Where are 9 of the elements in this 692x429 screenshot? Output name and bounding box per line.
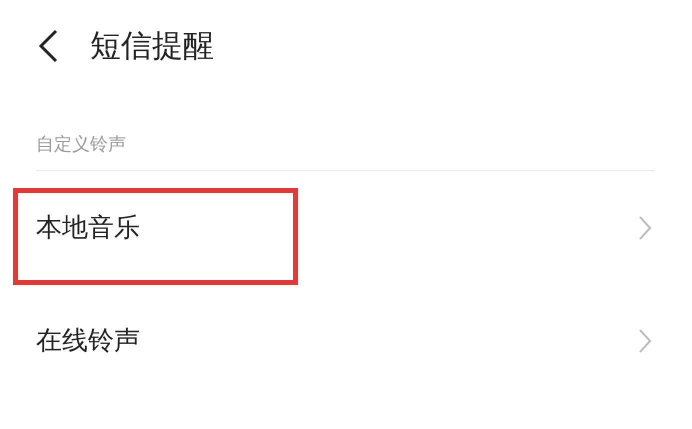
list-item[interactable]: 在线铃声 xyxy=(0,284,692,397)
back-icon xyxy=(38,29,58,63)
item-label: 本地音乐 xyxy=(36,212,140,245)
item-label: 在线铃声 xyxy=(36,325,140,358)
chevron-icon xyxy=(638,328,652,354)
list-item[interactable]: 本地音乐 xyxy=(0,171,692,284)
chevron-icon xyxy=(638,214,652,240)
section-label: 自定义铃声 xyxy=(36,133,127,156)
page-title: 短信提醒 xyxy=(90,27,214,66)
